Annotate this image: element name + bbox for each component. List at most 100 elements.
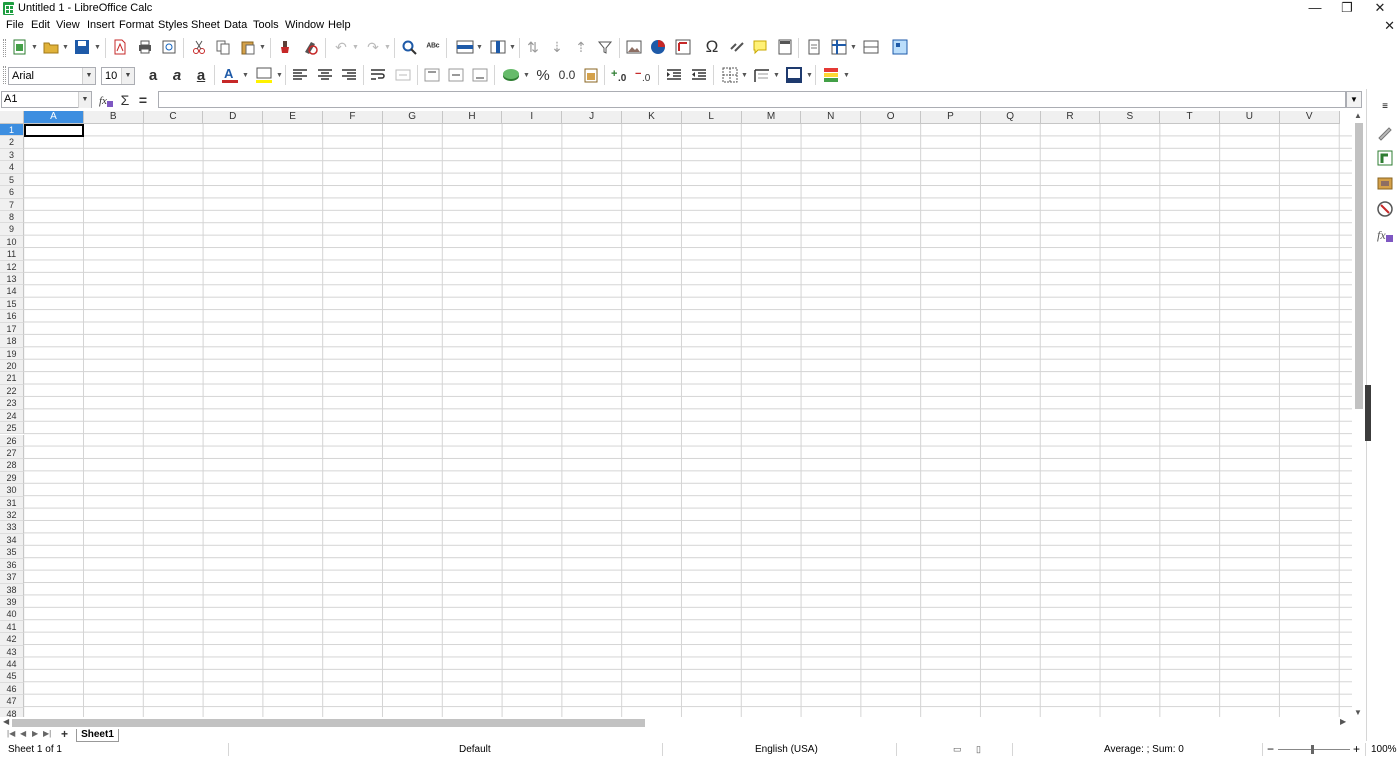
row-header[interactable]: 15 (0, 297, 24, 311)
row-header[interactable]: 22 (0, 384, 24, 398)
row-header[interactable]: 29 (0, 471, 24, 485)
borders-dropdown-icon[interactable]: ▼ (741, 66, 748, 84)
last-sheet-icon[interactable]: ▶| (43, 729, 51, 738)
row-header[interactable]: 31 (0, 496, 24, 509)
headers-footers-icon[interactable] (776, 38, 794, 56)
menu-help[interactable]: Help (328, 19, 351, 31)
row-header[interactable]: 25 (0, 422, 24, 435)
document-modified-icon[interactable]: ▯ (976, 744, 981, 755)
border-style-icon[interactable] (753, 66, 771, 84)
sheet-tab-sheet1[interactable]: Sheet1 (76, 729, 119, 742)
vertical-scroll-thumb[interactable] (1355, 123, 1363, 409)
font-size-combobox[interactable]: 10 ▼ (101, 67, 135, 85)
open-folder-icon[interactable] (42, 38, 60, 56)
next-sheet-icon[interactable]: ▶ (32, 729, 38, 738)
column-header[interactable]: V (1279, 111, 1340, 124)
scroll-left-icon[interactable]: ◀ (3, 717, 9, 726)
clear-formatting-icon[interactable] (301, 38, 319, 56)
row-header[interactable]: 44 (0, 658, 24, 671)
freeze-rows-columns-icon[interactable] (830, 38, 848, 56)
row-header[interactable]: 48 (0, 707, 24, 717)
vertical-scrollbar[interactable]: ▲ ▼ (1352, 111, 1366, 717)
navigator-icon[interactable] (1376, 200, 1394, 218)
function-wizard-icon[interactable]: fx (97, 91, 115, 109)
column-header[interactable]: H (442, 111, 503, 124)
border-style-dropdown-icon[interactable]: ▼ (773, 66, 780, 84)
scroll-right-icon[interactable]: ▶ (1340, 717, 1346, 726)
paste-icon[interactable] (239, 38, 257, 56)
row-header[interactable]: 28 (0, 459, 24, 472)
row-header[interactable]: 13 (0, 273, 24, 286)
new-document-icon[interactable] (11, 38, 29, 56)
page-style[interactable]: Default (459, 744, 491, 755)
define-print-area-icon[interactable] (805, 38, 823, 56)
redo-dropdown-icon[interactable]: ▼ (384, 38, 391, 56)
add-decimal-icon[interactable]: + .0 (611, 66, 631, 84)
font-name-combobox[interactable]: Arial ▼ (8, 67, 96, 85)
insert-image-icon[interactable] (625, 38, 643, 56)
row-icon[interactable] (456, 38, 474, 56)
row-header[interactable]: 23 (0, 397, 24, 410)
column-header[interactable]: J (562, 111, 622, 124)
chevron-down-icon[interactable]: ▼ (121, 68, 134, 84)
properties-icon[interactable] (1376, 123, 1394, 141)
column-header[interactable]: S (1100, 111, 1161, 124)
row-header[interactable]: 40 (0, 608, 24, 621)
row-header[interactable]: 21 (0, 372, 24, 385)
row-header[interactable]: 37 (0, 571, 24, 584)
sum-icon[interactable]: Σ (116, 91, 134, 109)
row-header[interactable]: 1 (0, 124, 24, 137)
row-header[interactable]: 6 (0, 186, 24, 199)
undo-icon[interactable]: ↶ (332, 38, 350, 56)
scroll-up-icon[interactable]: ▲ (1354, 111, 1362, 120)
row-header[interactable]: 38 (0, 583, 24, 596)
first-sheet-icon[interactable]: |◀ (7, 729, 15, 738)
column-header[interactable]: P (921, 111, 981, 124)
menu-sheet[interactable]: Sheet (191, 19, 220, 31)
percent-format-icon[interactable]: % (534, 66, 552, 84)
sidebar-collapse-handle[interactable] (1365, 385, 1371, 441)
zoom-level[interactable]: 100% (1371, 744, 1397, 755)
selection-statistics[interactable]: Average: ; Sum: 0 (1104, 744, 1184, 755)
row-dropdown-icon[interactable]: ▼ (476, 38, 483, 56)
menu-tools[interactable]: Tools (253, 19, 279, 31)
align-right-icon[interactable] (340, 66, 358, 84)
menu-format[interactable]: Format (119, 19, 154, 31)
row-header[interactable]: 39 (0, 595, 24, 609)
highlight-color-icon[interactable] (255, 66, 273, 84)
menu-edit[interactable]: Edit (31, 19, 50, 31)
menu-file[interactable]: File (6, 19, 24, 31)
sidebar-settings-icon[interactable]: ≡ (1376, 97, 1394, 115)
zoom-in-button[interactable]: + (1353, 742, 1360, 756)
column-header[interactable]: A (24, 111, 84, 124)
toolbar-grip[interactable] (3, 39, 6, 57)
cell-area[interactable] (24, 124, 1352, 717)
column-header[interactable]: G (382, 111, 443, 124)
active-cell-cursor[interactable] (24, 124, 84, 137)
find-replace-icon[interactable] (400, 38, 418, 56)
decrease-indent-icon[interactable] (690, 66, 708, 84)
close-window-button[interactable]: ✕ (1363, 0, 1397, 17)
comment-icon[interactable] (751, 38, 769, 56)
row-header[interactable]: 17 (0, 322, 24, 336)
horizontal-scrollbar[interactable]: ◀ ▶ (0, 717, 1366, 729)
column-header[interactable]: K (622, 111, 682, 124)
chevron-down-icon[interactable]: ▼ (82, 68, 95, 84)
row-header[interactable]: 46 (0, 682, 24, 696)
paste-dropdown-icon[interactable]: ▼ (259, 38, 266, 56)
conditional-format-dropdown-icon[interactable]: ▼ (843, 66, 850, 84)
column-header[interactable]: R (1040, 111, 1101, 124)
split-window-icon[interactable] (862, 38, 880, 56)
column-header[interactable]: T (1160, 111, 1220, 124)
font-color-icon[interactable]: A (221, 66, 239, 84)
column-header[interactable]: M (741, 111, 802, 124)
row-header[interactable]: 24 (0, 409, 24, 423)
autofilter-icon[interactable] (596, 38, 614, 56)
column-header[interactable]: E (263, 111, 323, 124)
borders-icon[interactable] (721, 66, 739, 84)
row-header[interactable]: 43 (0, 645, 24, 659)
align-center-icon[interactable] (316, 66, 334, 84)
menu-insert[interactable]: Insert (87, 19, 115, 31)
row-header[interactable]: 32 (0, 509, 24, 522)
bold-icon[interactable]: a (144, 66, 162, 84)
